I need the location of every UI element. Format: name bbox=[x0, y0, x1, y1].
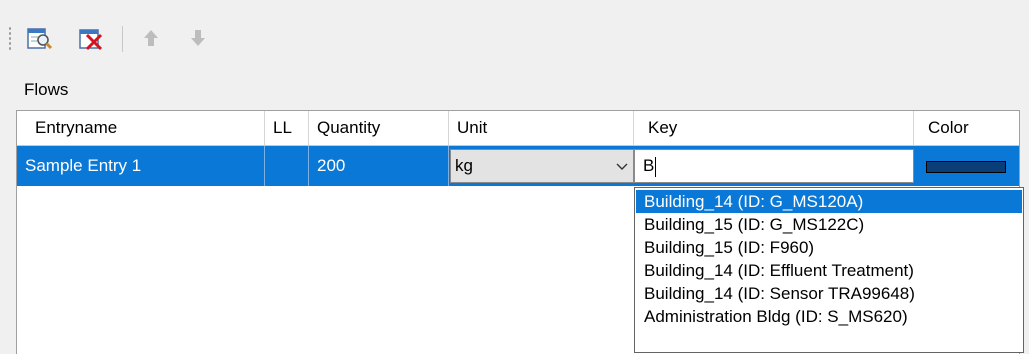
unit-combobox[interactable]: kg bbox=[450, 149, 634, 183]
key-autocomplete-list[interactable]: Building_14 (ID: G_MS120A) Building_15 (… bbox=[634, 187, 1024, 353]
delete-entry-button[interactable] bbox=[74, 22, 108, 54]
flows-group-label: Flows bbox=[24, 80, 69, 99]
chevron-down-icon[interactable] bbox=[611, 150, 633, 182]
delete-entry-icon bbox=[79, 29, 103, 51]
list-item[interactable]: Building_14 (ID: Sensor TRA99648) bbox=[636, 282, 1022, 305]
list-item[interactable]: Administration Bldg (ID: S_MS620) bbox=[636, 305, 1022, 328]
unit-value: kg bbox=[455, 156, 473, 175]
list-item[interactable]: Building_14 (ID: Effluent Treatment) bbox=[636, 259, 1022, 282]
column-header-key[interactable]: Key bbox=[634, 111, 914, 145]
cell-color[interactable] bbox=[914, 146, 1019, 186]
toolbar-separator bbox=[122, 26, 123, 52]
cell-quantity[interactable]: 200 bbox=[309, 146, 449, 186]
column-header-ll[interactable]: LL bbox=[265, 111, 309, 145]
column-header-entryname[interactable]: Entryname bbox=[17, 111, 265, 145]
cell-entryname[interactable]: Sample Entry 1 bbox=[17, 146, 265, 186]
table-row[interactable]: Sample Entry 1 200 kg B bbox=[17, 146, 1019, 186]
text-caret bbox=[655, 156, 657, 177]
list-item[interactable]: Building_15 (ID: F960) bbox=[636, 236, 1022, 259]
open-entry-icon bbox=[27, 28, 53, 50]
list-item[interactable]: Building_14 (ID: G_MS120A) bbox=[636, 190, 1022, 213]
move-down-button[interactable] bbox=[181, 22, 215, 54]
toolbar-grip[interactable] bbox=[8, 26, 12, 50]
cell-ll[interactable] bbox=[265, 146, 309, 186]
key-input-value: B bbox=[643, 156, 655, 175]
column-header-color[interactable]: Color bbox=[914, 111, 1019, 145]
move-up-button[interactable] bbox=[134, 22, 168, 54]
move-up-icon bbox=[144, 30, 158, 46]
move-down-icon bbox=[191, 30, 205, 46]
open-entry-button[interactable] bbox=[22, 22, 56, 54]
color-swatch bbox=[926, 161, 1006, 173]
list-item[interactable]: Building_15 (ID: G_MS122C) bbox=[636, 213, 1022, 236]
column-header-quantity[interactable]: Quantity bbox=[309, 111, 449, 145]
grid-header: Entryname LL Quantity Unit Key Color bbox=[17, 111, 1019, 146]
key-input[interactable]: B bbox=[634, 149, 914, 183]
toolbar bbox=[0, 18, 1029, 62]
column-header-unit[interactable]: Unit bbox=[449, 111, 634, 145]
